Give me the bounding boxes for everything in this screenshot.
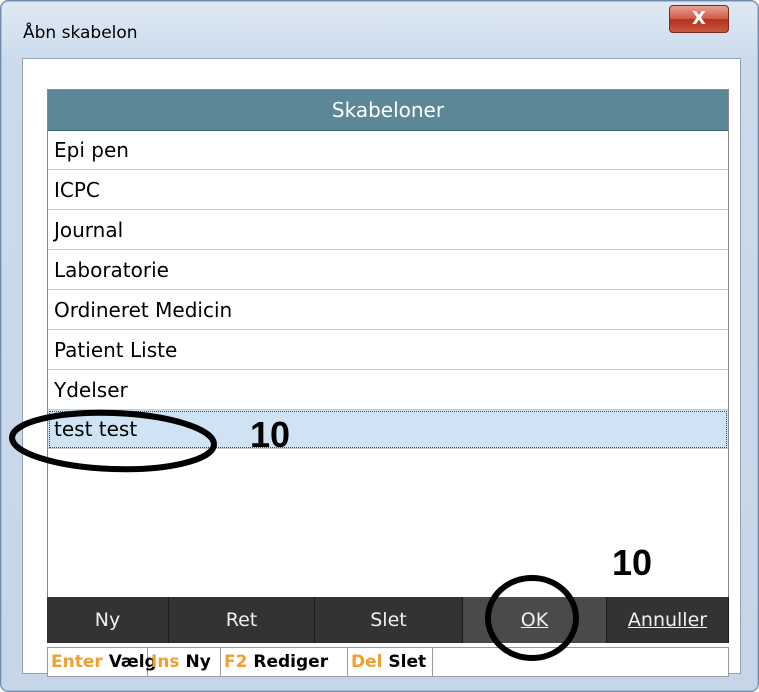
delete-button[interactable]: Slet <box>315 597 463 643</box>
shortcut-f2: F2 Rediger <box>221 648 348 676</box>
list-item[interactable]: Journal <box>48 211 728 250</box>
edit-button[interactable]: Ret <box>169 597 315 643</box>
list-item[interactable]: Patient Liste <box>48 331 728 370</box>
new-button[interactable]: Ny <box>47 597 169 643</box>
list-header: Skabeloner <box>48 90 728 131</box>
ok-button[interactable]: OK <box>463 597 607 643</box>
shortcut-ins: Ins Ny <box>148 648 221 676</box>
close-button[interactable]: X <box>669 5 729 33</box>
list-item[interactable]: Ydelser <box>48 371 728 410</box>
close-icon: X <box>692 8 706 29</box>
shortcut-enter: Enter Vælg <box>48 648 157 676</box>
list-item[interactable]: Laboratorie <box>48 251 728 290</box>
shortcut-statusbar: Enter Vælg Ins Ny F2 Rediger Del Slet <box>47 647 729 677</box>
list-item[interactable]: Ordineret Medicin <box>48 291 728 330</box>
cancel-button[interactable]: Annuller <box>607 597 729 643</box>
list-item-selected[interactable]: test test <box>48 410 728 449</box>
cancel-button-label: Annuller <box>627 609 708 631</box>
list-item[interactable]: Epi pen <box>48 131 728 170</box>
dialog-title: Åbn skabelon <box>23 23 138 43</box>
list-item[interactable]: ICPC <box>48 171 728 210</box>
row-annotation-number: 10 <box>250 414 291 455</box>
button-bar: Ny Ret Slet OK Annuller <box>47 597 729 643</box>
ok-button-label: OK <box>520 609 549 631</box>
shortcut-del: Del Slet <box>348 648 433 676</box>
ok-annotation-number: 10 <box>612 542 653 583</box>
